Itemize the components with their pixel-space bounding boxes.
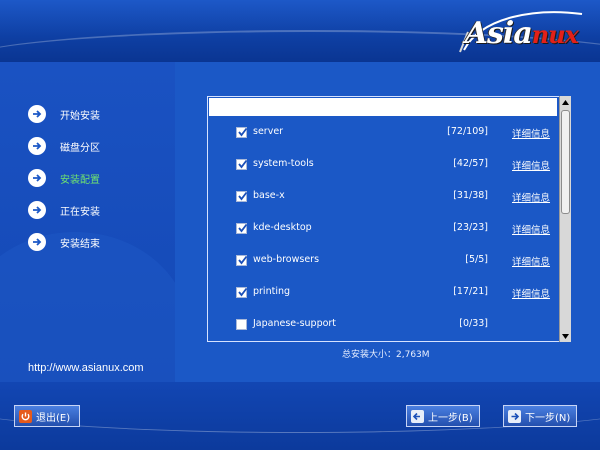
package-checkbox[interactable] <box>236 127 248 138</box>
details-link[interactable]: 详细信息 <box>512 126 550 140</box>
logo-accent-text: nux <box>531 20 579 49</box>
details-link[interactable]: 详细信息 <box>512 222 550 236</box>
details-link[interactable]: 详细信息 <box>512 190 550 204</box>
package-checkbox[interactable] <box>236 255 248 266</box>
step-install-finish: 安装结束 <box>28 226 100 258</box>
package-name: printing <box>253 286 291 297</box>
details-link[interactable]: 详细信息 <box>512 286 550 300</box>
arrow-left-icon <box>410 409 424 423</box>
arrow-right-icon <box>28 169 46 187</box>
package-name: server <box>253 126 284 137</box>
power-icon <box>18 409 32 423</box>
arrow-right-icon <box>28 137 46 155</box>
back-button[interactable]: 上一步(B) <box>406 405 480 427</box>
package-checkbox[interactable] <box>236 191 248 202</box>
next-button[interactable]: 下一步(N) <box>503 405 577 427</box>
package-name: base-x <box>253 190 285 201</box>
step-label: 安装结束 <box>60 238 100 250</box>
package-count: [17/21] <box>453 286 488 297</box>
scroll-down-button[interactable] <box>560 330 571 342</box>
back-button-label: 上一步(B) <box>428 412 473 424</box>
triangle-up-icon <box>562 99 569 105</box>
package-count: [72/109] <box>447 126 488 137</box>
details-link[interactable]: 详细信息 <box>512 254 550 268</box>
package-count: [31/38] <box>453 190 488 201</box>
package-checkbox[interactable] <box>236 319 247 330</box>
package-group-list[interactable]: server [72/109] 详细信息 system-tools [42/57… <box>207 96 571 342</box>
package-count: [23/23] <box>453 222 488 233</box>
package-count: [5/5] <box>465 254 488 265</box>
exit-button-label: 退出(E) <box>36 412 71 424</box>
triangle-down-icon <box>562 333 569 339</box>
step-disk-partition: 磁盘分区 <box>28 130 100 162</box>
sidebar: 开始安装 磁盘分区 安装配置 正在安装 安装结束 <box>0 62 175 382</box>
list-item[interactable]: server [72/109] 详细信息 <box>208 117 558 149</box>
package-checkbox[interactable] <box>236 159 248 170</box>
next-button-label: 下一步(N) <box>525 412 571 424</box>
logo-main-text: Asia <box>464 16 533 51</box>
arrow-right-icon <box>28 233 46 251</box>
scroll-thumb[interactable] <box>561 110 570 214</box>
header-bar: Asianux <box>0 0 600 62</box>
list-item[interactable]: system-tools [42/57] 详细信息 <box>208 149 558 181</box>
scroll-up-button[interactable] <box>560 96 571 108</box>
step-label: 正在安装 <box>60 206 100 218</box>
list-scrollbar[interactable] <box>559 96 571 342</box>
package-count: [0/33] <box>459 318 488 329</box>
step-installing: 正在安装 <box>28 194 100 226</box>
list-item[interactable]: Japanese-support [0/33] <box>208 309 558 341</box>
list-item[interactable]: printing [17/21] 详细信息 <box>208 277 558 309</box>
step-install-config: 安装配置 <box>28 162 100 194</box>
arrow-right-icon <box>28 201 46 219</box>
package-count: [42/57] <box>453 158 488 169</box>
list-item[interactable]: kde-desktop [23/23] 详细信息 <box>208 213 558 245</box>
arrow-right-icon <box>507 409 521 423</box>
step-label: 安装配置 <box>60 174 100 186</box>
install-steps: 开始安装 磁盘分区 安装配置 正在安装 安装结束 <box>28 98 100 258</box>
step-label: 磁盘分区 <box>60 142 100 154</box>
package-checkbox[interactable] <box>236 223 248 234</box>
arrow-right-icon <box>28 105 46 123</box>
package-name: kde-desktop <box>253 222 312 233</box>
list-header-row <box>209 98 557 116</box>
asianux-logo: Asianux <box>442 6 592 56</box>
step-start-install: 开始安装 <box>28 98 100 130</box>
package-checkbox[interactable] <box>236 287 248 298</box>
package-name: Japanese-support <box>253 318 337 329</box>
exit-button[interactable]: 退出(E) <box>14 405 80 427</box>
total-install-size: 总安装大小：2,763M <box>342 350 430 360</box>
list-item[interactable]: base-x [31/38] 详细信息 <box>208 181 558 213</box>
details-link[interactable]: 详细信息 <box>512 158 550 172</box>
package-name: web-browsers <box>253 254 320 265</box>
step-label: 开始安装 <box>60 110 100 122</box>
package-name: system-tools <box>253 158 314 169</box>
website-url: http://www.asianux.com <box>28 362 144 374</box>
list-item[interactable]: web-browsers [5/5] 详细信息 <box>208 245 558 277</box>
